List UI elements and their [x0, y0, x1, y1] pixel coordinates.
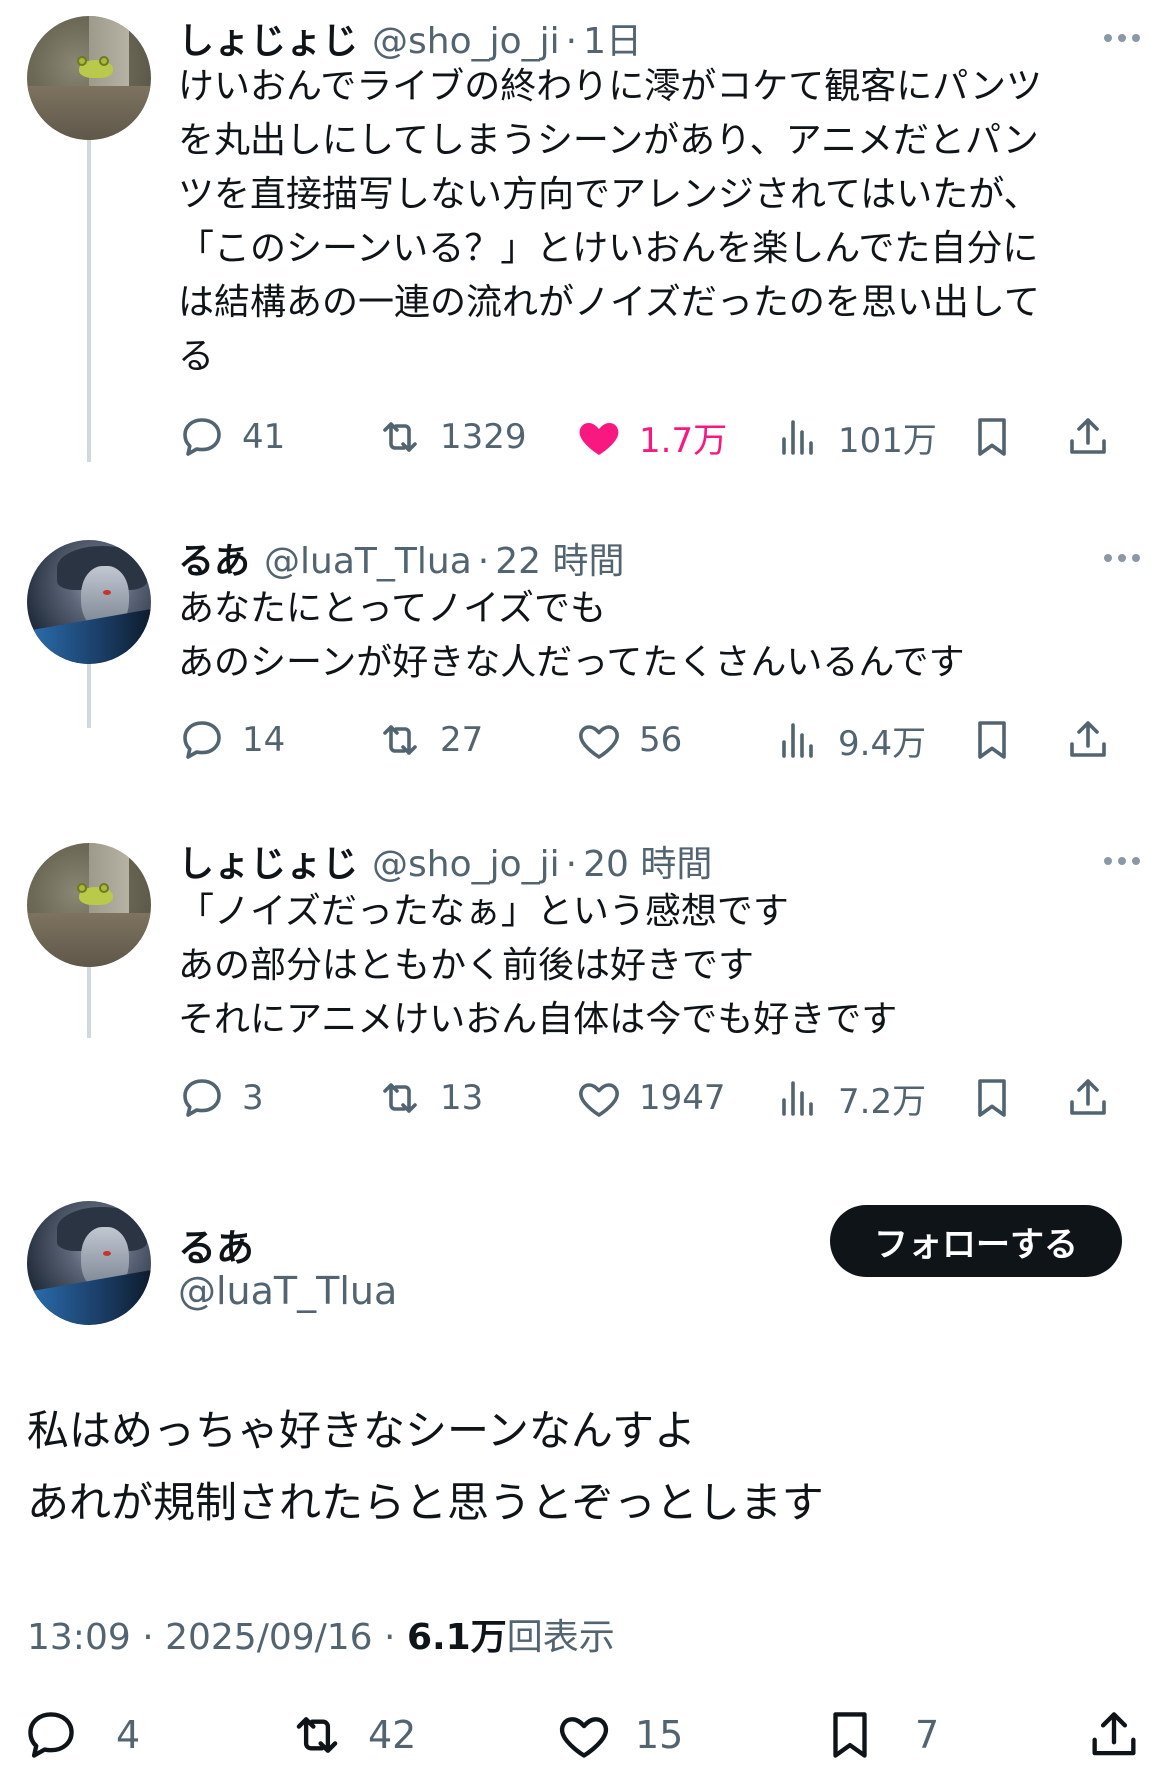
main-tweet-author: るあ @luaT_Tlua フォローする: [0, 1201, 1170, 1341]
views-count: 7.2万: [838, 1081, 927, 1122]
main-tweet-actions: 4 42 15 7: [0, 1700, 1170, 1770]
views-count: 9.4万: [838, 723, 927, 764]
author-handle[interactable]: @sho_jo_ji: [372, 21, 560, 62]
tweet-time[interactable]: 13:09: [27, 1617, 131, 1658]
heart-icon: [579, 1083, 619, 1117]
reply-button[interactable]: 3: [178, 1068, 264, 1128]
reply-icon: [183, 1079, 221, 1117]
tweet-text: あなたにとってノイズでも あのシーンが好きな人だってたくさんいるんです: [178, 588, 965, 683]
reply-button[interactable]: 14: [178, 710, 285, 770]
author-name[interactable]: しょじょじ: [178, 12, 358, 64]
more-options-icon[interactable]: [1104, 554, 1140, 562]
like-button[interactable]: 1.7万: [575, 407, 727, 467]
more-options-icon[interactable]: [1104, 857, 1140, 865]
views-chart-icon: [782, 1081, 813, 1116]
heart-icon: [559, 1717, 609, 1758]
reply-icon: [28, 1712, 74, 1758]
views-label: 回表示: [506, 1617, 615, 1658]
tweet-text: けいおんでライブの終わりに澪がコケて観客にパンツ を丸出しにしてしまうシーンがあ…: [178, 66, 1043, 377]
retweet-count: 13: [440, 1078, 484, 1118]
views-button[interactable]: 9.4万: [774, 710, 926, 770]
follow-button[interactable]: フォローする: [830, 1205, 1122, 1277]
tweet-text: 「ノイズだったなぁ」という感想です あの部分はともかく前後は好きです それにアニ…: [178, 891, 898, 1040]
tweet-date[interactable]: 2025/09/16: [165, 1617, 373, 1658]
author-handle[interactable]: @sho_jo_ji: [372, 844, 560, 885]
bookmark-icon: [833, 1712, 867, 1758]
author-name[interactable]: しょじょじ: [178, 835, 358, 887]
bookmark-button[interactable]: [968, 1068, 1016, 1128]
tweet-time[interactable]: 22 時間: [495, 532, 624, 584]
bookmark-icon: [978, 721, 1006, 759]
share-icon: [1070, 721, 1106, 757]
share-icon: [1092, 1712, 1136, 1756]
reply-count: 3: [242, 1078, 264, 1118]
share-button[interactable]: [1085, 1700, 1143, 1770]
reply-count: 14: [242, 720, 286, 760]
tweet-actions: 41 1329 1.7万 101万: [178, 407, 1148, 467]
separator-dot: ·: [565, 21, 578, 62]
retweet-icon: [383, 725, 417, 755]
views-count: 101万: [838, 420, 937, 461]
tweet-time[interactable]: 1日: [583, 12, 642, 64]
bookmark-button[interactable]: [968, 710, 1016, 770]
retweet-count: 1329: [440, 417, 527, 457]
author-handle[interactable]: @luaT_Tlua: [264, 541, 472, 582]
reply-button[interactable]: 41: [178, 407, 285, 467]
tweet-actions: 14 27 56 9.4万: [178, 710, 1148, 770]
views-count: 6.1万: [406, 1617, 507, 1658]
share-button[interactable]: [1064, 710, 1112, 770]
main-tweet-text: 私はめっちゃ好きなシーンなんすよ あれが規制されたらと思うとぞっとします: [27, 1406, 824, 1527]
avatar[interactable]: [27, 1201, 151, 1325]
retweet-count: 42: [368, 1713, 417, 1757]
retweet-icon: [383, 422, 417, 452]
more-options-icon[interactable]: [1104, 34, 1140, 42]
author-handle[interactable]: @luaT_Tlua: [178, 1269, 397, 1313]
tweet-actions: 3 13 1947 7.2万: [178, 1068, 1148, 1128]
avatar[interactable]: [27, 540, 151, 664]
like-button[interactable]: 56: [575, 710, 682, 770]
separator-dot: ·: [565, 844, 578, 885]
tweet-meta: 13:09 · 2025/09/16 · 6.1万回表示: [27, 1617, 615, 1658]
share-icon: [1070, 418, 1106, 454]
share-icon: [1070, 1079, 1106, 1115]
tweet-time[interactable]: 20 時間: [583, 835, 712, 887]
retweet-count: 27: [440, 720, 484, 760]
like-count: 1.7万: [639, 420, 728, 461]
bookmark-button[interactable]: [968, 407, 1016, 467]
bookmark-icon: [978, 1079, 1006, 1117]
like-count: 1947: [639, 1078, 726, 1118]
retweet-button[interactable]: 1329: [376, 407, 527, 467]
retweet-icon: [296, 1717, 338, 1753]
like-button[interactable]: 1947: [575, 1068, 726, 1128]
reply-icon: [183, 721, 221, 759]
reply-count: 4: [116, 1713, 141, 1757]
retweet-button[interactable]: 42: [288, 1700, 416, 1770]
heart-filled-icon: [579, 423, 619, 455]
reply-count: 41: [242, 417, 286, 457]
retweet-button[interactable]: 13: [376, 1068, 483, 1128]
reply-button[interactable]: 4: [22, 1700, 140, 1770]
thread-line: [87, 140, 91, 462]
like-count: 56: [639, 720, 683, 760]
bookmark-icon: [978, 418, 1006, 456]
views-chart-icon: [782, 420, 813, 455]
views-button[interactable]: 7.2万: [774, 1068, 926, 1128]
reply-icon: [183, 418, 221, 456]
author-name[interactable]: るあ: [178, 1217, 254, 1272]
separator-dot: ·: [477, 541, 490, 582]
share-button[interactable]: [1064, 1068, 1112, 1128]
views-button[interactable]: 101万: [774, 407, 937, 467]
avatar[interactable]: [27, 16, 151, 140]
share-button[interactable]: [1064, 407, 1112, 467]
like-count: 15: [635, 1713, 684, 1757]
author-name[interactable]: るあ: [178, 532, 250, 584]
bookmark-count: 7: [915, 1713, 940, 1757]
heart-icon: [579, 725, 619, 759]
retweet-button[interactable]: 27: [376, 710, 483, 770]
views-chart-icon: [782, 723, 813, 758]
like-button[interactable]: 15: [555, 1700, 683, 1770]
retweet-icon: [383, 1083, 417, 1113]
avatar[interactable]: [27, 843, 151, 967]
bookmark-button[interactable]: 7: [821, 1700, 939, 1770]
